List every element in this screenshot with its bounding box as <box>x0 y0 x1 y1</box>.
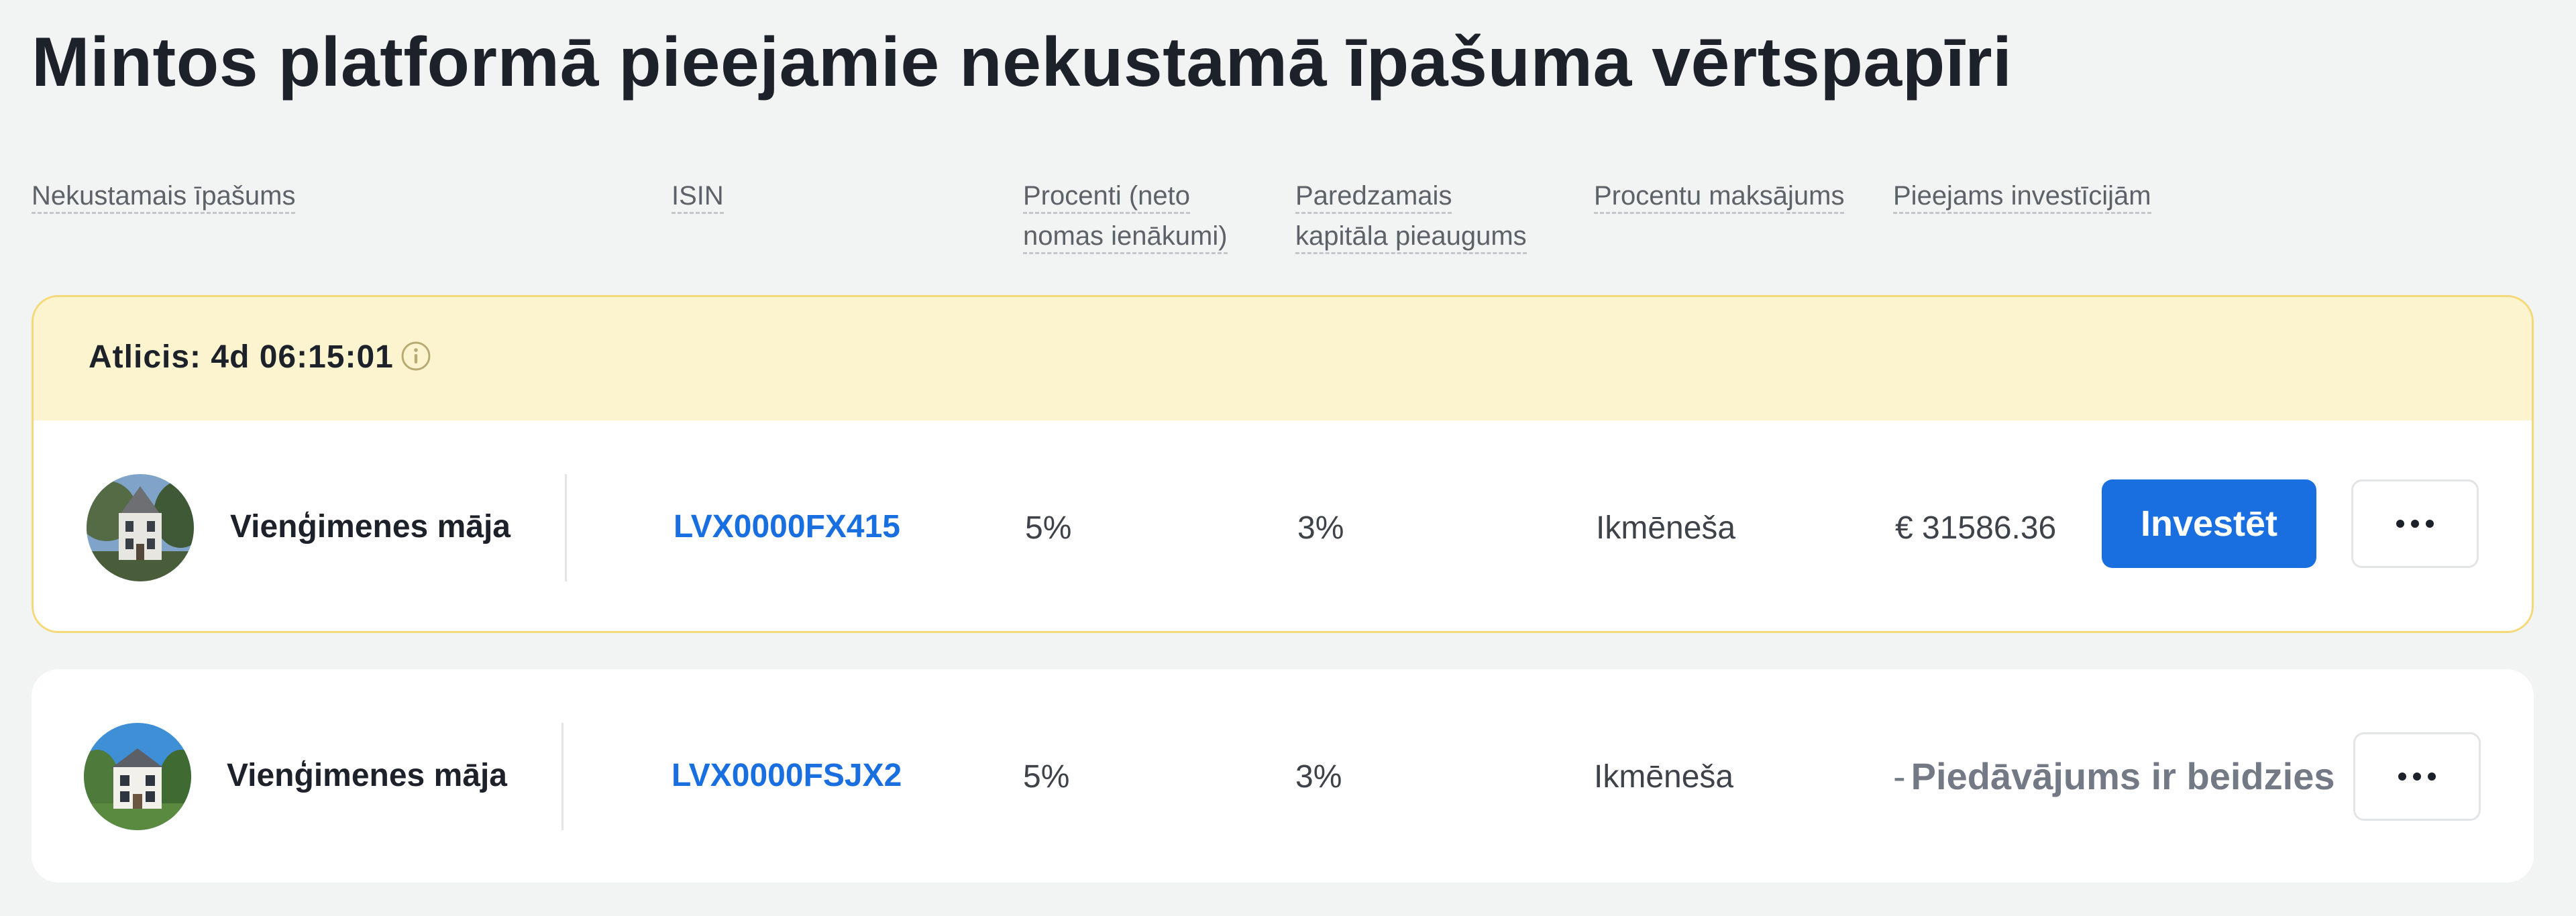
column-header-payments[interactable]: Procentu maksājums <box>1594 176 1845 216</box>
listing-card: Atlicis: 4d 06:15:01 Vienģimenes māja LV… <box>32 295 2534 633</box>
capital-growth: 3% <box>1295 759 1342 795</box>
listing-card: Vienģimenes māja LVX0000FSJX2 5% 3% Ikmē… <box>32 669 2534 882</box>
offer-ended-label: Piedāvājums ir beidzies <box>1911 755 2335 797</box>
column-header-growth-line2: kapitāla pieaugums <box>1295 221 1527 254</box>
offer-ended-status: - Piedāvājums ir beidzies <box>1893 754 2335 798</box>
column-header-interest-line1: Procenti (neto <box>1023 181 1191 214</box>
column-header-payments-label: Procentu maksājums <box>1594 181 1845 214</box>
column-header-isin[interactable]: ISIN <box>672 176 724 216</box>
column-header-available-label: Pieejams investīcijām <box>1893 181 2151 214</box>
isin-link[interactable]: LVX0000FSJX2 <box>672 757 902 794</box>
column-header-interest-line2: nomas ienākumi) <box>1023 221 1228 254</box>
interest-rate: 5% <box>1023 759 1070 795</box>
divider <box>561 723 564 830</box>
column-header-interest[interactable]: Procenti (neto nomas ienākumi) <box>1023 176 1228 256</box>
more-options-button[interactable] <box>2353 732 2481 821</box>
more-options-button[interactable] <box>2351 479 2479 568</box>
column-header-growth[interactable]: Paredzamais kapitāla pieaugums <box>1295 176 1527 256</box>
available-amount: € 31586.36 <box>1895 510 2057 546</box>
column-header-isin-label: ISIN <box>672 181 724 214</box>
more-dots-icon <box>2396 520 2434 528</box>
countdown-timer: Atlicis: 4d 06:15:01 <box>89 339 394 375</box>
countdown-bar: Atlicis: 4d 06:15:01 <box>34 297 2532 420</box>
column-header-property-label: Nekustamais īpašums <box>32 181 296 214</box>
capital-growth: 3% <box>1297 510 1344 546</box>
column-header-property[interactable]: Nekustamais īpašums <box>32 176 296 216</box>
property-name: Vienģimenes māja <box>230 509 511 545</box>
column-header-growth-line1: Paredzamais <box>1295 181 1452 214</box>
isin-link[interactable]: LVX0000FX415 <box>674 508 900 545</box>
property-photo <box>84 723 191 830</box>
page-title: Mintos platformā pieejamie nekustamā īpa… <box>32 23 2012 101</box>
info-icon[interactable] <box>400 340 432 372</box>
property-photo <box>87 474 194 581</box>
status-dash: - <box>1893 755 1906 797</box>
divider <box>565 474 567 581</box>
more-dots-icon <box>2398 772 2436 781</box>
property-name: Vienģimenes māja <box>227 758 507 793</box>
column-header-available[interactable]: Pieejams investīcijām <box>1893 176 2151 216</box>
payment-frequency: Ikmēneša <box>1596 510 1736 546</box>
invest-button[interactable]: Investēt <box>2102 479 2316 568</box>
payment-frequency: Ikmēneša <box>1594 759 1734 795</box>
interest-rate: 5% <box>1025 510 1072 546</box>
